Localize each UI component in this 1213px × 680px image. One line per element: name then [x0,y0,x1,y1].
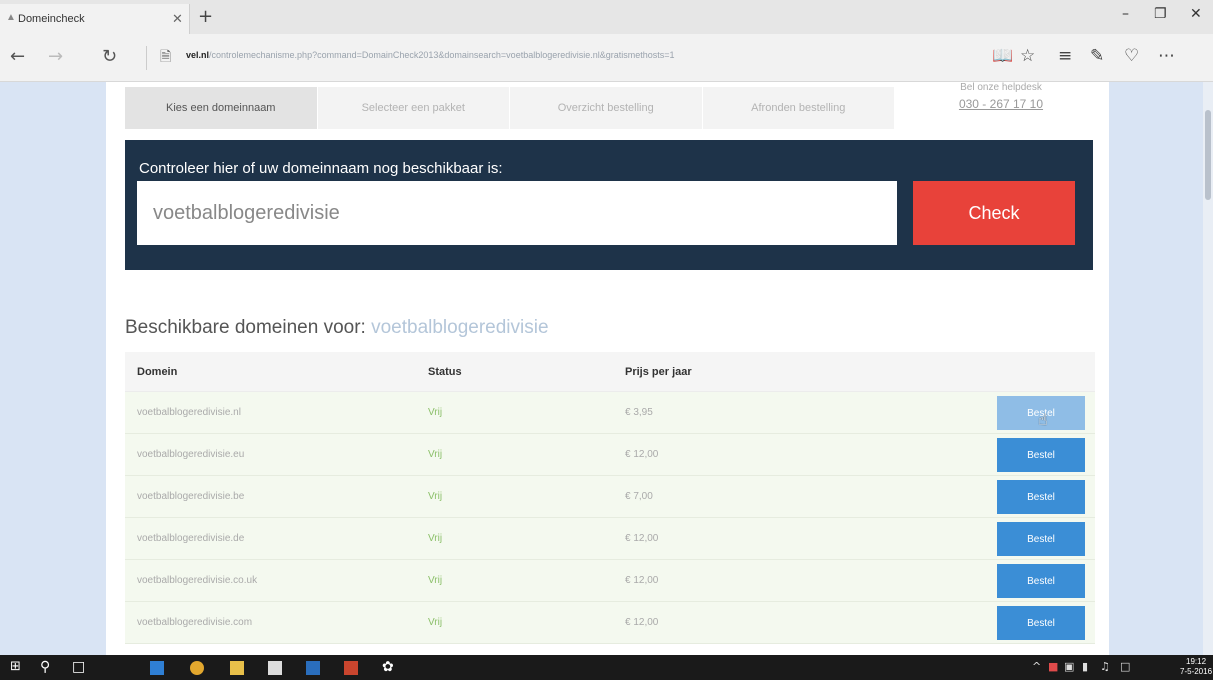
domain-results-table: Domein Status Prijs per jaar voetbalblog… [125,352,1095,644]
tab-bar: ▲ Domeincheck ✕ + – ❐ ✕ [0,0,1213,34]
step-afronden[interactable]: Afronden bestelling [702,87,895,129]
domain-status: Vrij [428,575,443,586]
domain-status: Vrij [428,491,443,502]
browser-tab[interactable]: ▲ Domeincheck ✕ [0,4,190,34]
domain-name: voetbalblogeredivisie.de [137,533,245,544]
chrome-icon[interactable] [190,661,204,675]
domain-check-panel: Controleer hier of uw domeinnaam nog bes… [125,140,1093,270]
clock-date: 7-5-2016 [1180,667,1213,676]
page-scrollbar-thumb[interactable] [1205,110,1211,200]
helpdesk: Bel onze helpdesk 030 - 267 17 10 [926,82,1076,111]
table-row: voetbalblogeredivisie.de Vrij € 12,00 Be… [125,518,1095,560]
domain-name: voetbalblogeredivisie.be [137,491,245,502]
domain-price: € 12,00 [625,575,659,586]
bestel-button[interactable]: Bestel [997,606,1085,640]
bestel-button[interactable]: Bestel [997,522,1085,556]
url-separator [146,46,147,70]
results-query: voetbalblogeredivisie [371,317,549,338]
file-explorer-icon[interactable] [230,661,244,675]
clock-time: 19:12 [1186,657,1207,666]
helpdesk-label: Bel onze helpdesk [960,82,1042,93]
check-button[interactable]: Check [913,181,1075,245]
table-row: voetbalblogeredivisie.com Vrij € 12,00 B… [125,602,1095,644]
table-header: Domein Status Prijs per jaar [125,352,1095,392]
table-row: voetbalblogeredivisie.co.uk Vrij € 12,00… [125,560,1095,602]
results-title-text: Beschikbare domeinen voor: [125,317,366,338]
reading-view-icon[interactable]: 📖 [992,46,1013,66]
url-domain: vel.nl [186,50,210,60]
web-note-icon[interactable]: ✎ [1090,46,1104,66]
tray-battery-icon[interactable]: ▮ [1082,660,1088,673]
column-header-domein: Domein [137,366,178,378]
domain-check-label: Controleer hier of uw domeinnaam nog bes… [139,160,503,177]
tab-title: Domeincheck [18,13,85,25]
powerpoint-icon[interactable] [344,661,358,675]
favorite-star-icon[interactable]: ☆ [1020,46,1035,66]
close-window-icon[interactable]: ✕ [1190,6,1202,22]
domain-status: Vrij [428,617,443,628]
domain-status: Vrij [428,407,443,418]
domain-price: € 3,95 [625,407,653,418]
taskbar-clock[interactable]: 19:12 7-5-2016 [1180,657,1212,677]
minimize-icon[interactable]: – [1122,6,1129,22]
domain-price: € 12,00 [625,533,659,544]
page-content: Kies een domeinnaam Selecteer een pakket… [106,82,1109,655]
url-field[interactable]: vel.nl/controlemechanisme.php?command=Do… [186,50,826,60]
search-icon[interactable]: ⚲ [40,659,50,675]
table-row: voetbalblogeredivisie.be Vrij € 7,00 Bes… [125,476,1095,518]
task-view-icon[interactable]: □ [72,659,85,675]
more-icon[interactable]: ⋯ [1158,46,1175,66]
windows-taskbar: ⊞ ⚲ □ ✿ ^ ■ ▣ ▮ ♫ □ 19:12 7-5-2016 [0,655,1213,680]
close-tab-icon[interactable]: ✕ [172,11,183,27]
table-row: voetbalblogeredivisie.nl Vrij € 3,95 Bes… [125,392,1095,434]
step-kies-domein[interactable]: Kies een domeinnaam [125,87,318,129]
edge-icon[interactable] [150,661,164,675]
bestel-button[interactable]: Bestel [997,438,1085,472]
domain-price: € 7,00 [625,491,653,502]
page-icon[interactable]: 🗎 [160,46,171,70]
bestel-button[interactable]: Bestel [997,480,1085,514]
share-icon[interactable]: ♡ [1124,46,1139,66]
domain-name: voetbalblogeredivisie.com [137,617,253,628]
store-icon[interactable] [268,661,282,675]
hub-icon[interactable]: ≡ [1058,46,1072,66]
tray-chevron-icon[interactable]: ^ [1032,660,1041,673]
back-icon[interactable]: ← [10,46,25,67]
bestel-button[interactable]: Bestel [997,564,1085,598]
domain-status: Vrij [428,449,443,460]
domain-name: voetbalblogeredivisie.eu [137,449,245,460]
domain-name: voetbalblogeredivisie.co.uk [137,575,258,586]
word-icon[interactable] [306,661,320,675]
domain-price: € 12,00 [625,617,659,628]
hand-cursor-icon: ☝ [1038,410,1048,429]
new-tab-icon[interactable]: + [198,6,213,27]
refresh-icon[interactable]: ↻ [102,46,117,67]
tray-notification-icon[interactable]: □ [1120,660,1130,673]
address-bar: ← → ↻ 🗎 vel.nl/controlemechanisme.php?co… [0,34,1213,82]
step-overzicht[interactable]: Overzicht bestelling [510,87,703,129]
domain-price: € 12,00 [625,449,659,460]
order-steps: Kies een domeinnaam Selecteer een pakket… [125,87,895,129]
forward-icon[interactable]: → [48,46,63,67]
domain-status: Vrij [428,533,443,544]
maximize-icon[interactable]: ❐ [1154,6,1167,22]
tray-shield-icon[interactable]: ■ [1048,660,1058,673]
tray-volume-icon[interactable]: ♫ [1100,660,1110,673]
step-selecteer-pakket[interactable]: Selecteer een pakket [317,87,510,129]
tray-network-icon[interactable]: ▣ [1064,660,1074,673]
domain-name: voetbalblogeredivisie.nl [137,407,241,418]
start-icon[interactable]: ⊞ [10,659,21,674]
table-row: voetbalblogeredivisie.eu Vrij € 12,00 Be… [125,434,1095,476]
column-header-prijs: Prijs per jaar [625,366,692,378]
url-path: /controlemechanisme.php?command=DomainCh… [209,50,675,60]
page-favicon-icon: ▲ [6,12,16,23]
domain-search-input[interactable] [137,181,897,245]
app-icon[interactable]: ✿ [382,659,394,675]
helpdesk-phone-link[interactable]: 030 - 267 17 10 [926,97,1076,111]
results-title: Beschikbare domeinen voor: voetbalbloger… [125,317,549,339]
column-header-status: Status [428,366,462,378]
